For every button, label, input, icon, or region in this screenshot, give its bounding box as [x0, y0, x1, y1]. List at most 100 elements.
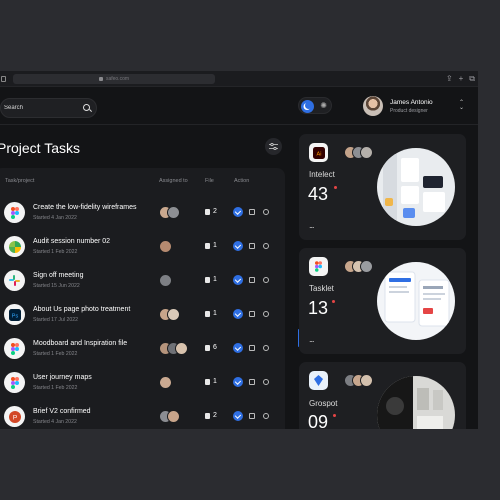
file-icon [205, 277, 210, 283]
table-row[interactable]: Moodboard and Inspiration file Started 1… [0, 333, 285, 367]
new-tab-icon[interactable]: + [459, 74, 464, 84]
comment-icon[interactable] [263, 345, 269, 351]
table-row[interactable]: User journey maps Started 1 Feb 2022 1 [0, 367, 285, 401]
avatar[interactable] [167, 308, 180, 321]
tabs-overview-icon[interactable]: ⧉ [469, 74, 475, 84]
table-row[interactable]: Create the low-fidelity wireframes Start… [0, 197, 285, 231]
more-icon[interactable]: ... [309, 220, 314, 230]
complete-button[interactable] [233, 411, 243, 421]
file-count: 1 [213, 310, 217, 317]
complete-button[interactable] [233, 343, 243, 353]
moon-icon[interactable] [301, 99, 314, 113]
search-input[interactable] [4, 105, 74, 111]
browser-toolbar: safeo.com ⇪ + ⧉ [0, 71, 478, 87]
calendar-icon[interactable] [249, 243, 255, 249]
complete-button[interactable] [233, 377, 243, 387]
task-name[interactable]: Moodboard and Inspiration file [33, 340, 127, 347]
project-card-grospot[interactable]: Grospot 09 [299, 362, 466, 429]
pinwheel-icon [4, 236, 25, 257]
comment-icon[interactable] [263, 243, 269, 249]
project-name: Tasklet [309, 284, 334, 293]
task-name[interactable]: About Us page photo treatment [33, 306, 130, 313]
avatar[interactable] [360, 260, 373, 273]
complete-button[interactable] [233, 275, 243, 285]
more-icon[interactable]: ... [309, 334, 314, 344]
address-bar[interactable]: safeo.com [13, 74, 215, 84]
file-count: 1 [213, 242, 217, 249]
search-icon[interactable] [83, 104, 90, 111]
table-row[interactable]: Sign off meeting Started 15 Jun 2022 1 [0, 265, 285, 299]
svg-text:P: P [12, 414, 16, 421]
column-header-task[interactable]: Task/project [5, 178, 34, 184]
table-row[interactable]: Ps About Us page photo treatment Started… [0, 299, 285, 333]
avatar[interactable] [360, 146, 373, 159]
calendar-icon[interactable] [249, 379, 255, 385]
user-name: James Antonio [390, 99, 433, 106]
column-header-assigned[interactable]: Assigned to [159, 178, 188, 184]
comment-icon[interactable] [263, 277, 269, 283]
avatar[interactable] [167, 206, 180, 219]
figma-icon [4, 338, 25, 359]
task-name[interactable]: Create the low-fidelity wireframes [33, 204, 136, 211]
calendar-icon[interactable] [249, 209, 255, 215]
alert-dot [334, 186, 337, 189]
comment-icon[interactable] [263, 379, 269, 385]
share-icon[interactable]: ⇪ [446, 74, 453, 84]
svg-text:Ai: Ai [316, 151, 321, 157]
project-name: Grospot [309, 399, 338, 408]
file-icon [205, 209, 210, 215]
alert-dot [332, 300, 335, 303]
calendar-icon[interactable] [249, 345, 255, 351]
column-header-file[interactable]: File [205, 178, 214, 184]
comment-icon[interactable] [263, 311, 269, 317]
task-name[interactable]: User journey maps [33, 374, 92, 381]
complete-button[interactable] [233, 309, 243, 319]
user-avatar[interactable] [363, 96, 383, 116]
column-header-action[interactable]: Action [234, 178, 249, 184]
search-box[interactable] [0, 98, 97, 118]
file-count: 1 [213, 276, 217, 283]
project-preview-image [377, 376, 455, 429]
task-date: Started 4 Jan 2022 [33, 419, 77, 425]
project-card-intelect[interactable]: Ai Intelect 43 ... [299, 134, 466, 240]
illustrator-icon: Ai [309, 143, 328, 162]
task-name[interactable]: Sign off meeting [33, 272, 83, 279]
url-text: safeo.com [105, 76, 130, 82]
avatar[interactable] [360, 374, 373, 387]
task-date: Started 17 Jul 2022 [33, 317, 78, 323]
task-name[interactable]: Audit session number 02 [33, 238, 110, 245]
chevron-updown-icon[interactable]: ⌃ ⌄ [459, 100, 464, 111]
filter-button[interactable] [265, 138, 282, 155]
project-count: 09 [308, 412, 329, 429]
sun-icon[interactable]: ✺ [320, 101, 327, 111]
lock-icon [98, 77, 103, 81]
user-role: Product designer [390, 108, 428, 114]
task-date: Started 1 Feb 2022 [33, 249, 78, 255]
avatar[interactable] [159, 376, 172, 389]
file-icon [205, 311, 210, 317]
calendar-icon[interactable] [249, 413, 255, 419]
sidebar-toggle-icon[interactable] [1, 76, 6, 82]
app-window: safeo.com ⇪ + ⧉ ✺ James Antonio Product … [0, 71, 478, 429]
figma-icon [4, 372, 25, 393]
photoshop-icon: Ps [4, 304, 25, 325]
table-row[interactable]: Audit session number 02 Started 1 Feb 20… [0, 231, 285, 265]
task-date: Started 1 Feb 2022 [33, 385, 78, 391]
task-name[interactable]: Brief V2 confirmed [33, 408, 91, 415]
comment-icon[interactable] [263, 413, 269, 419]
task-date: Started 1 Feb 2022 [33, 351, 78, 357]
avatar[interactable] [167, 410, 180, 423]
avatar[interactable] [159, 274, 172, 287]
avatar[interactable] [159, 240, 172, 253]
table-row[interactable]: P Brief V2 confirmed Started 4 Jan 2022 … [0, 401, 285, 429]
calendar-icon[interactable] [249, 311, 255, 317]
avatar[interactable] [175, 342, 188, 355]
theme-toggle[interactable]: ✺ [298, 97, 332, 114]
project-card-tasklet[interactable]: Tasklet 13 ... [299, 248, 466, 354]
complete-button[interactable] [233, 241, 243, 251]
comment-icon[interactable] [263, 209, 269, 215]
complete-button[interactable] [233, 207, 243, 217]
file-icon [205, 379, 210, 385]
calendar-icon[interactable] [249, 277, 255, 283]
task-date: Started 15 Jun 2022 [33, 283, 80, 289]
